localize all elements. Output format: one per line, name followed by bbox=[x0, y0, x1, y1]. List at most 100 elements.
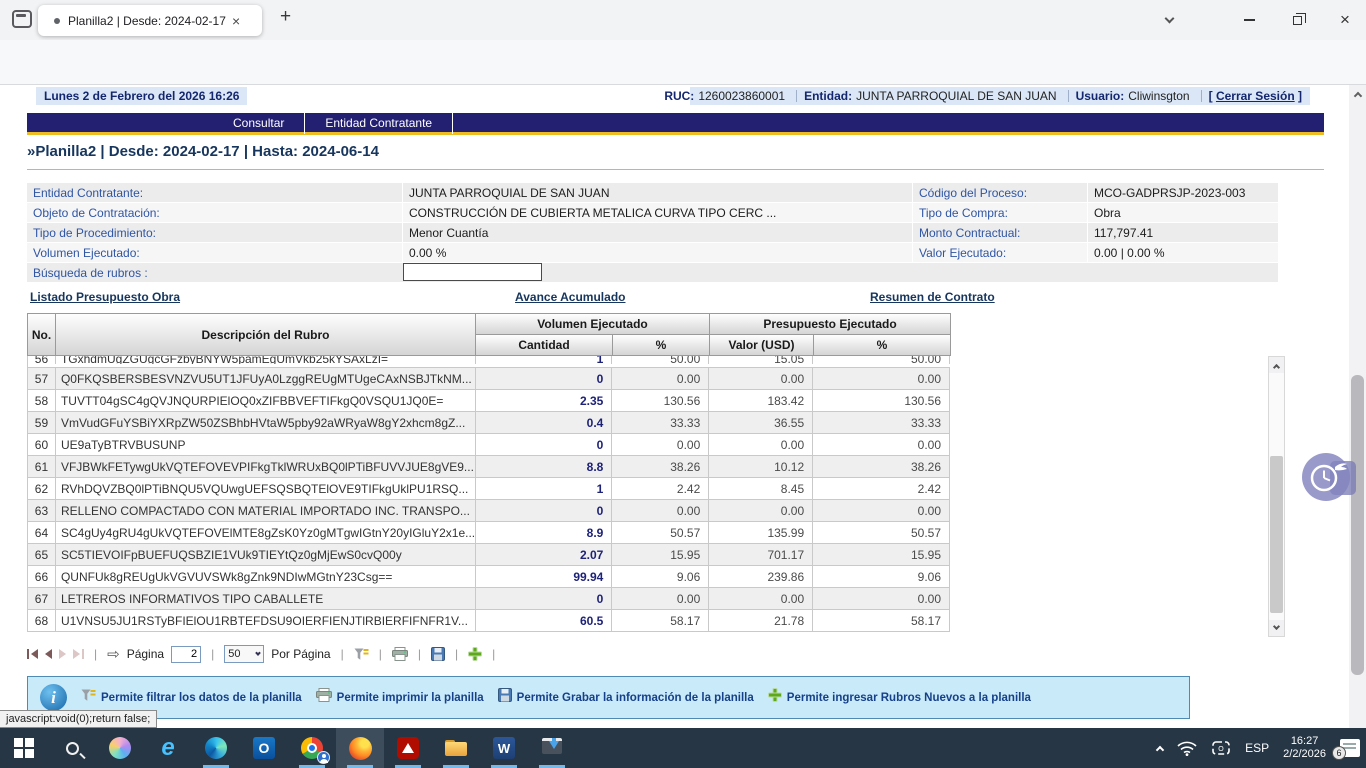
taskbar-edge-button[interactable] bbox=[192, 728, 240, 768]
page-content: Lunes 2 de Febrero del 2026 16:26 RUC: 1… bbox=[0, 85, 1366, 728]
column-header-volumen-pct: % bbox=[612, 334, 710, 356]
usuario-label: Usuario: bbox=[1076, 89, 1125, 103]
valor-usd-value: 135.99 bbox=[709, 522, 813, 543]
taskbar-search-button[interactable] bbox=[48, 728, 96, 768]
wifi-icon[interactable] bbox=[1177, 741, 1197, 756]
legend-item: Permite ingresar Rubros Nuevos a la plan… bbox=[768, 688, 1031, 707]
window-scrollbar[interactable] bbox=[1349, 85, 1366, 728]
nav-item-consultar[interactable]: Consultar bbox=[213, 112, 304, 134]
logout-link[interactable]: [ Cerrar Sesión ] bbox=[1209, 89, 1302, 103]
link-resumen-de-contrato[interactable]: Resumen de Contrato bbox=[870, 290, 995, 304]
per-page-select[interactable]: 50 bbox=[224, 645, 264, 663]
link-listado-presupuesto-obra[interactable]: Listado Presupuesto Obra bbox=[30, 290, 180, 304]
rubro-description: QUNFUk8gREUgUkVGVUVSWk8gZnk9NDIwMGtnY23C… bbox=[56, 566, 476, 587]
row-number: 61 bbox=[28, 456, 56, 477]
tab-list-chevron-icon[interactable] bbox=[1152, 8, 1186, 32]
table-row[interactable]: 65SC5TIEVOIFpBUEFUQSBZIE1VUk9TIEYtQz0gMj… bbox=[27, 544, 950, 566]
screen-share-icon[interactable]: O bbox=[1211, 740, 1231, 756]
link-avance-acumulado[interactable]: Avance Acumulado bbox=[515, 290, 625, 304]
close-window-button[interactable]: × bbox=[1328, 8, 1362, 32]
table-scrollbar[interactable] bbox=[1268, 356, 1285, 637]
presupuesto-pct-value: 50.57 bbox=[813, 522, 950, 543]
firefox-view-icon[interactable] bbox=[12, 10, 32, 28]
datetime-label: Lunes 2 de Febrero del 2026 16:26 bbox=[36, 87, 247, 105]
info-icon: i bbox=[40, 684, 67, 711]
table-row[interactable]: 63RELLENO COMPACTADO CON MATERIAL IMPORT… bbox=[27, 500, 950, 522]
nav-item-entidad-contratante[interactable]: Entidad Contratante bbox=[305, 112, 452, 134]
taskbar-file-explorer-button[interactable] bbox=[432, 728, 480, 768]
window-scroll-up-icon[interactable] bbox=[1349, 87, 1366, 101]
keyboard-language[interactable]: ESP bbox=[1245, 741, 1269, 755]
scroll-up-arrow-icon[interactable] bbox=[1269, 357, 1284, 373]
start-button[interactable] bbox=[0, 728, 48, 768]
rubro-description: VFJBWkFETywgUkVQTEFOVEVPIFkgTklWRUxBQ0lP… bbox=[56, 456, 476, 477]
notification-center-icon[interactable]: 6 bbox=[1340, 739, 1360, 757]
add-rubro-icon[interactable] bbox=[468, 647, 482, 661]
taskbar-installer-button[interactable] bbox=[528, 728, 576, 768]
minimize-button[interactable] bbox=[1232, 8, 1266, 32]
save-icon[interactable] bbox=[431, 647, 445, 661]
taskbar-word-button[interactable]: W bbox=[480, 728, 528, 768]
first-page-button[interactable] bbox=[27, 649, 38, 659]
taskbar-copilot-button[interactable] bbox=[96, 728, 144, 768]
table-row[interactable]: 68U1VNSU5JU1RSTyBFIElOU1RBTEFDSU9OIERFIE… bbox=[27, 610, 950, 632]
system-tray: O ESP 16:27 2/2/2026 6 bbox=[1157, 728, 1360, 768]
table-row[interactable]: 62RVhDQVZBQ0lPTiBNQU5VQUwgUEFSQSBQTElOVE… bbox=[27, 478, 950, 500]
info-value: 0.00 % bbox=[403, 243, 912, 262]
go-to-page-arrow-icon[interactable]: ⇨ bbox=[107, 645, 120, 663]
new-tab-button[interactable]: + bbox=[280, 6, 291, 28]
browser-tab[interactable]: Planilla2 | Desde: 2024-02-17 | H × bbox=[38, 5, 262, 36]
table-row[interactable]: 57Q0FKQSBERSBESVNZVU5UT1JFUyA0LzggREUgMT… bbox=[27, 368, 950, 390]
legend-bar: i Permite filtrar los datos de la planil… bbox=[27, 676, 1190, 719]
previous-page-button[interactable] bbox=[45, 649, 52, 659]
clock-datetime[interactable]: 16:27 2/2/2026 bbox=[1283, 735, 1326, 761]
table-scrollbar-thumb[interactable] bbox=[1270, 456, 1283, 613]
taskbar-firefox-button[interactable] bbox=[336, 728, 384, 768]
outlook-icon: O bbox=[253, 737, 275, 759]
tray-chevron-up-icon[interactable] bbox=[1157, 743, 1163, 753]
presupuesto-pct-value: 0.00 bbox=[813, 500, 950, 521]
table-row[interactable]: 59VmVudGFuYSBiYXRpZW50ZSBhbHVtaW5pby92aW… bbox=[27, 412, 950, 434]
volumen-pct-value: 33.33 bbox=[612, 412, 709, 433]
search-icon bbox=[66, 742, 79, 755]
filter-icon[interactable] bbox=[354, 648, 369, 661]
table-row[interactable]: 67LETREROS INFORMATIVOS TIPO CABALLETE00… bbox=[27, 588, 950, 610]
valor-usd-value: 8.45 bbox=[709, 478, 813, 499]
rubro-description: UE9aTyBTRVBUSUNP bbox=[56, 434, 476, 455]
row-number: 60 bbox=[28, 434, 56, 455]
table-row[interactable]: 66QUNFUk8gREUgUkVGVUVSWk8gZnk9NDIwMGtnY2… bbox=[27, 566, 950, 588]
restore-button[interactable] bbox=[1280, 8, 1314, 32]
add-icon bbox=[768, 688, 782, 707]
scroll-down-arrow-icon[interactable] bbox=[1269, 620, 1284, 636]
table-row[interactable]: 64SC4gUy4gRU4gUkVQTEFOVElMTE8gZsK0Yz0gMT… bbox=[27, 522, 950, 544]
print-icon[interactable] bbox=[392, 647, 408, 661]
cantidad-value: 2.35 bbox=[476, 390, 613, 411]
tray-time: 16:27 bbox=[1291, 735, 1319, 747]
floating-clock-widget[interactable] bbox=[1300, 453, 1356, 503]
rubro-search-input[interactable] bbox=[403, 263, 542, 281]
taskbar-internet-explorer-button[interactable]: e bbox=[144, 728, 192, 768]
taskbar-acrobat-button[interactable] bbox=[384, 728, 432, 768]
taskbar-outlook-button[interactable]: O bbox=[240, 728, 288, 768]
volumen-pct-value: 58.17 bbox=[612, 610, 709, 631]
table-row[interactable]: 60UE9aTyBTRVBUSUNP00.000.000.00 bbox=[27, 434, 950, 456]
table-row[interactable]: 61VFJBWkFETywgUkVQTEFOVEVPIFkgTklWRUxBQ0… bbox=[27, 456, 950, 478]
page-label: Página bbox=[127, 647, 164, 661]
pagination-bar: | ⇨ Página | 50 Por Página | | | | | bbox=[27, 643, 498, 665]
winged-clock-icon bbox=[1302, 453, 1350, 501]
valor-usd-value: 10.12 bbox=[709, 456, 813, 477]
taskbar-chrome-button[interactable] bbox=[288, 728, 336, 768]
info-value: Obra bbox=[1088, 203, 1278, 222]
table-row[interactable]: 58TUVTT04gSC4gQVJNQURPIElOQ0xZIFBBVEFTIF… bbox=[27, 390, 950, 412]
row-number: 68 bbox=[28, 610, 56, 631]
page-number-input[interactable] bbox=[171, 646, 201, 663]
cantidad-value: 8.8 bbox=[476, 456, 613, 477]
print-icon bbox=[316, 688, 332, 707]
tab-title: Planilla2 | Desde: 2024-02-17 | H bbox=[68, 14, 228, 28]
window-scrollbar-thumb[interactable] bbox=[1351, 375, 1364, 675]
internet-explorer-icon: e bbox=[161, 737, 174, 759]
last-page-button[interactable] bbox=[73, 649, 84, 659]
tab-close-icon[interactable]: × bbox=[232, 13, 240, 29]
table-row[interactable]: 56TGxhdmUgZGUgcGFzbyBNYW5pamEgUmVkb25kYS… bbox=[27, 356, 950, 368]
next-page-button[interactable] bbox=[59, 649, 66, 659]
